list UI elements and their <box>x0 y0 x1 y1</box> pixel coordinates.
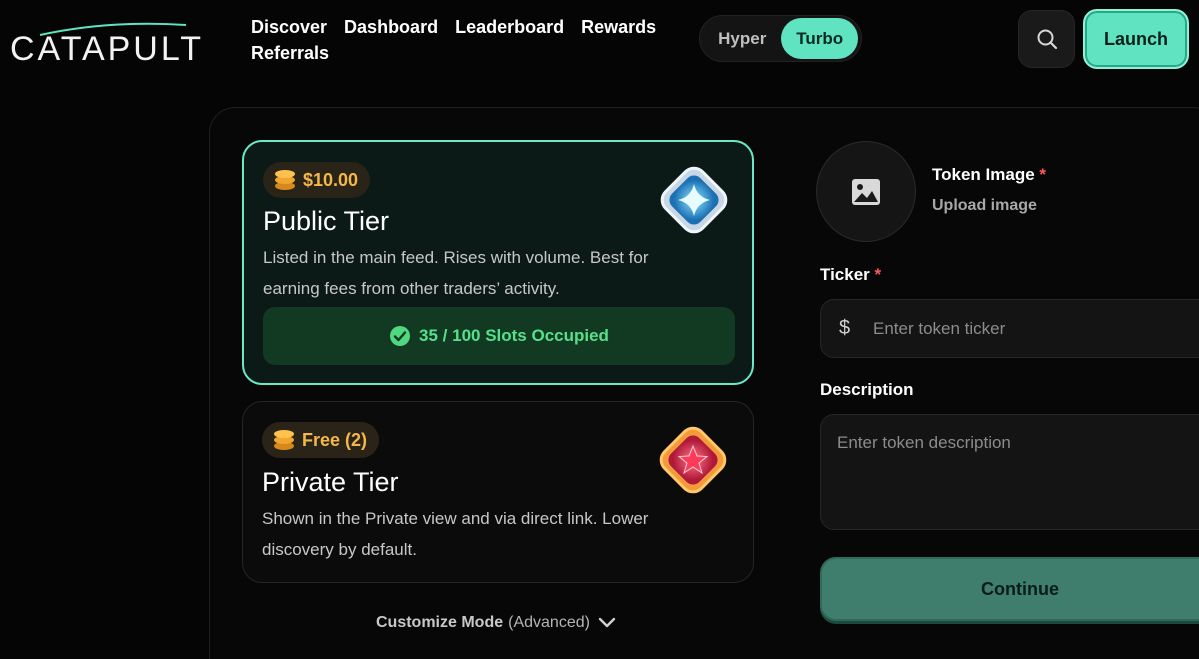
tier-card-private[interactable]: Free (2) Private Tier Shown in the Priva… <box>242 401 754 583</box>
tier-description: Shown in the Private view and via direct… <box>262 509 649 559</box>
slots-label: 35 / 100 Slots Occupied <box>419 326 609 345</box>
chevron-down-icon <box>598 617 616 628</box>
coins-icon <box>275 170 295 190</box>
ticker-field: $ <box>820 299 1199 358</box>
token-image-label: Token Image <box>932 165 1035 184</box>
ticker-input[interactable] <box>873 318 1193 339</box>
mode-turbo-button[interactable]: Turbo <box>781 18 858 59</box>
tier-title: Private Tier <box>262 467 399 497</box>
nav-leaderboard[interactable]: Leaderboard <box>455 14 564 40</box>
required-mark: * <box>1039 165 1047 184</box>
price-badge: Free (2) <box>262 422 380 458</box>
slots-status: 35 / 100 Slots Occupied <box>263 307 735 365</box>
tier-title: Public Tier <box>263 206 390 236</box>
description-input[interactable] <box>837 433 1197 513</box>
search-icon <box>1037 29 1057 50</box>
search-button[interactable] <box>1018 10 1075 68</box>
required-mark: * <box>874 265 882 284</box>
description-label: Description <box>820 380 914 399</box>
mode-toggle: Hyper Turbo <box>699 15 862 62</box>
nav-referrals[interactable]: Referrals <box>251 40 329 66</box>
token-image-title: Token Image * <box>932 165 1046 185</box>
continue-button[interactable]: Continue <box>820 557 1199 621</box>
main-nav: Discover Dashboard Leaderboard Rewards Refer… <box>251 14 681 66</box>
tier-description: Listed in the main feed. Rises with volu… <box>263 248 649 298</box>
nav-discover[interactable]: Discover <box>251 14 327 40</box>
logo-text: CATAPULT <box>10 30 205 68</box>
ticker-label-text: Ticker <box>820 265 870 284</box>
customize-mode-toggle[interactable]: Customize Mode (Advanced) <box>376 614 616 632</box>
nav-rewards[interactable]: Rewards <box>581 14 656 40</box>
coins-icon <box>274 430 294 450</box>
description-field <box>820 414 1199 530</box>
sparkle-diamond-icon <box>652 158 736 247</box>
tier-card-public[interactable]: $10.00 Public Tier Listed in the main fe… <box>242 140 754 385</box>
price-label: Free (2) <box>302 429 368 450</box>
price-badge: $10.00 <box>263 162 371 198</box>
app-root: CATAPULT Discover Dashboard Leaderboard Rew… <box>0 0 1199 659</box>
token-image-upload[interactable] <box>816 141 916 242</box>
image-icon <box>852 178 880 205</box>
logo[interactable]: CATAPULT <box>8 10 210 66</box>
customize-suffix: (Advanced) <box>508 614 590 631</box>
dollar-prefix: $ <box>839 317 851 339</box>
star-diamond-icon <box>651 418 735 507</box>
ticker-label: Ticker * <box>820 265 881 285</box>
nav-dashboard[interactable]: Dashboard <box>344 14 438 40</box>
mode-hyper-button[interactable]: Hyper <box>703 18 781 59</box>
upload-image-link[interactable]: Upload image <box>932 197 1037 215</box>
launch-button[interactable]: Launch <box>1083 9 1189 69</box>
customize-label: Customize Mode <box>376 614 504 631</box>
price-label: $10.00 <box>303 169 359 190</box>
check-circle-icon <box>390 326 411 346</box>
